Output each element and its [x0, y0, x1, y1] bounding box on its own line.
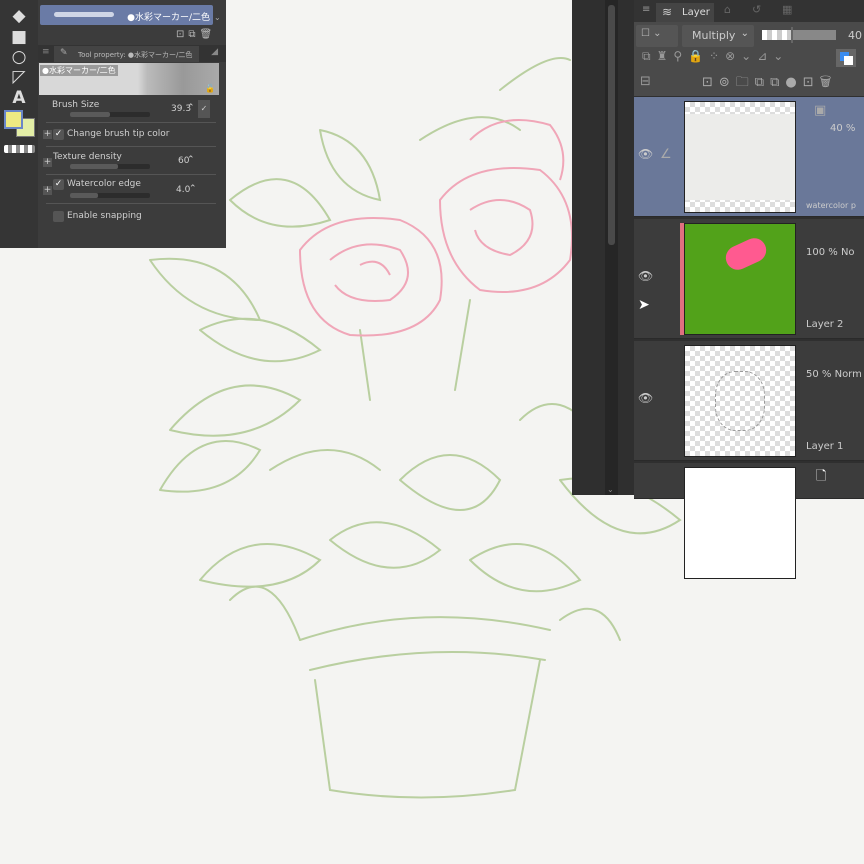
texture-density-label: Texture density	[53, 152, 122, 162]
layer-thumbnail	[684, 467, 796, 579]
layer-panel: ⌄ ≡ ≋ Layer ⌂ ↺ ▦ ☐ ⌄ Multiply ⌄ 40 ⧉♜⚲🔒…	[572, 0, 864, 579]
text-tool-icon[interactable]: A	[9, 88, 29, 108]
scrollbar[interactable]: ⌄	[605, 0, 618, 495]
divider	[46, 146, 216, 147]
sub-tool-detail-icon[interactable]: ◢	[211, 47, 218, 57]
watercolor-edge-slider[interactable]	[70, 193, 150, 198]
new-layer-icons[interactable]: ⊡⊚🗀⧉⧉●⊡🗑	[702, 73, 837, 95]
layer-pane-toggle-icon[interactable]: ⊟	[640, 74, 651, 89]
watercolor-edge-label: Watercolor edge	[67, 179, 141, 189]
tab-tool-property[interactable]: ✎ Tool property: ●水彩マーカー/二色	[54, 46, 199, 62]
preview-name: ●水彩マーカー/二色	[40, 65, 118, 76]
lock-icon[interactable]: 🔓	[205, 84, 215, 93]
chevron-down-icon[interactable]: ⌄	[214, 13, 221, 22]
layer-row[interactable]: 👁 100 % No Layer 2	[634, 219, 864, 339]
fill-bucket-icon[interactable]: ◆	[9, 6, 29, 26]
blend-mode-value: Multiply	[692, 29, 736, 42]
menu-icon[interactable]: ≡	[42, 47, 50, 57]
divider	[46, 122, 216, 123]
ellipse-tool-icon[interactable]: ○	[9, 47, 29, 67]
brush-size-slider[interactable]	[70, 112, 150, 117]
menu-icon[interactable]: ≡	[642, 4, 650, 15]
layer-toolbar: ☐ ⌄ Multiply ⌄ 40 ⧉♜⚲🔒⁘⊗⌄⊿⌄ ⊟ ⊡⊚🗀⧉⧉●⊡🗑	[634, 22, 864, 96]
palette-color-select[interactable]: ☐ ⌄	[636, 25, 678, 47]
layer-info: 50 % Norm	[806, 369, 862, 380]
change-tip-color-checkbox[interactable]: ✓	[53, 129, 64, 140]
layer-lock-icons[interactable]: ⧉♜⚲🔒⁘⊗⌄⊿⌄	[642, 49, 789, 64]
property-tab-icon[interactable]: ▦	[782, 3, 792, 16]
tab-layer-label: Layer	[682, 7, 710, 18]
brush-actions[interactable]: ⊡⧉🗑	[176, 29, 216, 40]
brush-selector[interactable]: ●水彩マーカー/二色	[40, 5, 213, 25]
layer-row[interactable]: 🗋	[634, 463, 864, 579]
gradient-icon[interactable]: ■	[9, 27, 29, 47]
pressure-settings-button[interactable]: ✓	[198, 100, 210, 118]
tab-label: Tool property: ●水彩マーカー/二色	[78, 51, 193, 59]
brush-size-label: Brush Size	[52, 100, 100, 110]
layer-name: Layer 2	[806, 319, 844, 330]
mouse-cursor-icon: ➤	[638, 297, 650, 313]
scroll-down-icon[interactable]: ⌄	[607, 485, 614, 494]
layer-thumbnail	[684, 101, 796, 213]
change-tip-color-label: Change brush tip color	[67, 129, 170, 139]
color-layer-icon[interactable]	[836, 49, 856, 67]
expand-icon[interactable]: +	[43, 130, 52, 139]
watercolor-edge-checkbox[interactable]: ✓	[53, 179, 64, 190]
paper-layer-icon: 🗋	[816, 469, 827, 484]
history-tab-icon[interactable]: ↺	[752, 3, 761, 16]
ruler-icon[interactable]: ◸	[9, 67, 29, 87]
opacity-value[interactable]: 40	[848, 29, 862, 42]
layers-icon: ≋	[662, 5, 673, 19]
chevron-down-icon: ⌄	[740, 28, 749, 39]
layer-color-label	[680, 223, 684, 335]
layer-tab-bar: ≡ ≋ Layer ⌂ ↺ ▦	[634, 0, 864, 22]
snapping-label: Enable snapping	[67, 211, 142, 221]
expand-icon[interactable]: +	[43, 186, 52, 195]
toolbar: ◆ ■ ○ ◸ A	[0, 0, 38, 248]
navigator-tab-icon[interactable]: ⌂	[724, 3, 731, 16]
texture-density-slider[interactable]	[70, 164, 150, 169]
rose-sketch	[298, 119, 573, 337]
eye-icon[interactable]: 👁	[638, 269, 653, 283]
eye-icon[interactable]: 👁	[638, 391, 653, 405]
layer-name: watercolor p	[806, 201, 856, 210]
tab-layer[interactable]: ≋ Layer	[656, 3, 714, 22]
layer-row[interactable]: 👁 ∠ ▣ 40 % watercolor p	[634, 97, 864, 217]
brush-name: ●水彩マーカー/二色	[127, 13, 210, 23]
main-color-swatch[interactable]	[4, 110, 23, 129]
stepper-icon[interactable]: ⌃	[187, 103, 195, 113]
eye-icon[interactable]: 👁	[638, 147, 653, 161]
paper-texture-icon: ▣	[814, 103, 827, 118]
divider	[46, 203, 216, 204]
divider	[46, 174, 216, 175]
stepper-icon[interactable]: ⌃	[187, 155, 195, 165]
tab-bar: ≡ ✎ Tool property: ●水彩マーカー/二色 ◢	[38, 45, 226, 62]
scrollbar-thumb[interactable]	[608, 5, 615, 245]
pen-edit-icon: ∠	[660, 147, 672, 162]
layer-info: 100 % No	[806, 247, 855, 258]
layer-info: 40 %	[830, 123, 856, 134]
brush-stroke-preview	[54, 12, 114, 17]
stepper-icon[interactable]: ⌃	[189, 184, 197, 194]
brush-preview: ●水彩マーカー/二色 🔓	[39, 63, 219, 95]
layer-thumbnail	[684, 345, 796, 457]
opacity-slider[interactable]	[762, 27, 836, 43]
blend-mode-select[interactable]: Multiply ⌄	[682, 25, 754, 47]
tool-property-panel: ◆ ■ ○ ◸ A ●水彩マーカー/二色 ⌄ ⊡⧉🗑 ≡ ✎ Tool prop…	[0, 0, 226, 248]
snapping-checkbox[interactable]	[53, 211, 64, 222]
layer-name: Layer 1	[806, 441, 844, 452]
layer-thumbnail	[684, 223, 796, 335]
transparent-color-icon[interactable]	[4, 145, 35, 153]
brush-icon: ✎	[60, 48, 68, 58]
expand-icon[interactable]: +	[43, 158, 52, 167]
layer-row[interactable]: 👁 50 % Norm Layer 1	[634, 341, 864, 461]
